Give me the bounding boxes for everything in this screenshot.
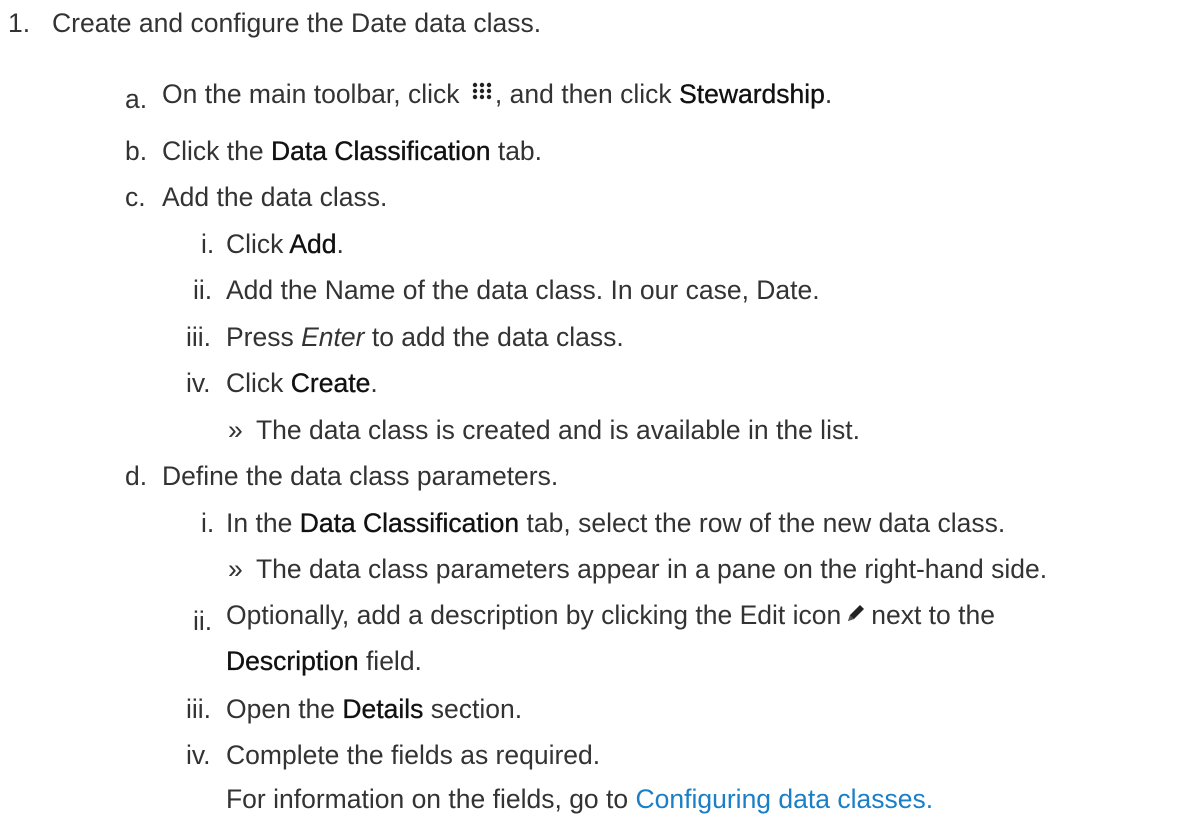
- step-c-iii-marker: iii.: [186, 322, 212, 352]
- step-d-iii-line: Open the Details section.: [226, 694, 522, 724]
- step-d-ii-post2: field.: [365, 646, 422, 676]
- step-d-text: Define the data class parameters.: [162, 461, 559, 491]
- step-b-post: tab.: [497, 136, 543, 166]
- step-c-marker: c.: [125, 182, 146, 212]
- pencil-edit-icon: [845, 600, 867, 622]
- step-a-mid: , and then click: [494, 79, 672, 109]
- step-b-pre: Click the: [162, 136, 264, 166]
- step-d-i-line: In the Data Classification tab, select t…: [226, 508, 1005, 538]
- step-d-marker: d.: [125, 461, 148, 491]
- step-a-post: .: [824, 79, 833, 109]
- step-d-result-marker: »: [228, 554, 243, 584]
- step-d-iv-text: Complete the fields as required.: [226, 740, 601, 770]
- step-c-iii-pre: Press: [226, 322, 294, 352]
- step-c-i-pre: Click: [226, 229, 284, 259]
- step-d-ii-pre: Optionally, add a description by clickin…: [226, 600, 842, 630]
- data-classification-ui-label: Data Classification: [271, 136, 491, 166]
- data-classification-tab-label: Data Classification: [299, 508, 520, 538]
- step-d-i-pre: In the: [226, 508, 293, 538]
- configuring-data-classes-link[interactable]: Configuring data classes.: [636, 784, 934, 814]
- step-c-iii-post: to add the data class.: [371, 322, 624, 352]
- step-d-result-text: The data class parameters appear in a pa…: [256, 554, 1048, 584]
- step-a-pre: On the main toolbar, click: [162, 79, 460, 109]
- step-1-text: Create and configure the Date data class…: [52, 8, 542, 38]
- step-d-ii-marker: ii.: [193, 606, 213, 636]
- step-c-i-marker: i.: [201, 229, 215, 259]
- step-c-iv-line: Click Create.: [226, 368, 378, 398]
- step-d-iii-pre: Open the: [226, 694, 336, 724]
- step-d-iii-post: section.: [430, 694, 523, 724]
- step-d-i-marker: i.: [201, 508, 215, 538]
- step-b-marker: b.: [125, 136, 148, 166]
- step-d-iii-marker: iii.: [186, 694, 212, 724]
- details-ui-label: Details: [342, 694, 424, 724]
- description-ui-label: Description: [226, 646, 359, 676]
- step-d-iv-info: For information on the fields, go to Con…: [226, 784, 933, 814]
- step-d-ii-line2: Description field.: [226, 646, 422, 676]
- step-c-result-text: The data class is created and is availab…: [256, 415, 860, 445]
- step-a-marker: a.: [125, 84, 148, 114]
- step-c-result-marker: »: [228, 415, 243, 445]
- step-c-i-post: .: [336, 229, 344, 259]
- step-c-iv-pre: Click: [226, 368, 284, 398]
- stewardship-ui-label: Stewardship: [679, 79, 825, 109]
- create-ui-label: Create: [290, 368, 371, 398]
- step-1-marker: 1.: [8, 8, 31, 38]
- step-c-text: Add the data class.: [162, 182, 388, 212]
- step-d-ii-line: Optionally, add a description by clickin…: [226, 600, 995, 630]
- step-c-iii-line: Press Enter to add the data class.: [226, 322, 624, 352]
- link-period[interactable]: .: [926, 784, 933, 814]
- step-d-i-post: tab, select the row of the new data clas…: [526, 508, 1006, 538]
- step-a-line: On the main toolbar, click , and then cl…: [162, 79, 832, 109]
- step-d-iv-marker: iv.: [186, 740, 211, 770]
- step-c-iv-post: .: [370, 368, 378, 398]
- step-d-ii-post: next to the: [871, 600, 995, 630]
- step-c-iv-marker: iv.: [186, 368, 211, 398]
- apps-grid-icon: [471, 77, 493, 100]
- link-text[interactable]: Configuring data classes: [636, 784, 926, 814]
- enter-key-label: Enter: [301, 322, 365, 352]
- add-ui-label: Add: [289, 229, 337, 259]
- step-c-ii-text: Add the Name of the data class. In our c…: [226, 275, 820, 305]
- step-b-line: Click the Data Classification tab.: [162, 136, 542, 166]
- step-c-ii-marker: ii.: [193, 275, 213, 305]
- step-d-iv-info-pre: For information on the fields, go to: [226, 784, 629, 814]
- step-c-i-line: Click Add.: [226, 229, 344, 259]
